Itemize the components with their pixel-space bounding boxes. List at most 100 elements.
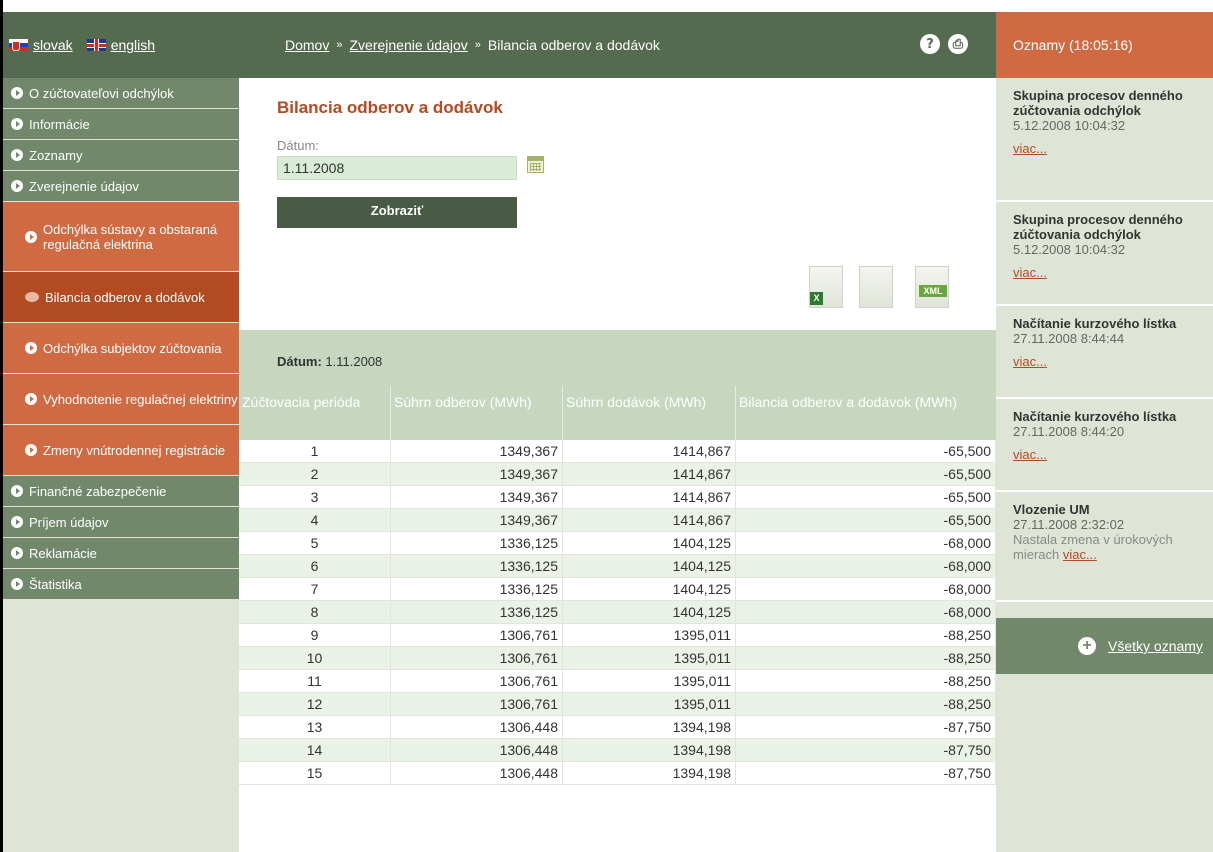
- sidebar-item-label: Zoznamy: [29, 147, 83, 163]
- result-date-label: Dátum:: [277, 354, 322, 369]
- print-icon[interactable]: ⎙: [948, 34, 968, 54]
- arrow-bullet-icon: [25, 230, 37, 243]
- cell-supply: 1394,198: [563, 716, 736, 738]
- sidebar-item-statistics[interactable]: Štatistika: [3, 569, 239, 600]
- col-period[interactable]: Zúčtovacia perióda: [239, 386, 391, 440]
- sidebar-subitem-system-deviation[interactable]: Odchýlka sústavy a obstaraná regulačná e…: [3, 202, 239, 272]
- lang-slovak[interactable]: slovak: [9, 37, 73, 53]
- cell-balance: -88,250: [736, 624, 996, 646]
- excel-export-icon[interactable]: X: [809, 266, 843, 308]
- cell-period: 6: [239, 555, 391, 577]
- table-header: Zúčtovacia perióda Súhrn odberov (MWh) S…: [239, 386, 996, 440]
- sidebar-item-lists[interactable]: Zoznamy: [3, 140, 239, 171]
- language-bar: slovak english: [3, 12, 239, 78]
- cell-supply: 1394,198: [563, 739, 736, 761]
- lang-english[interactable]: english: [86, 37, 155, 53]
- col-consumption[interactable]: Súhrn odberov (MWh): [391, 386, 563, 440]
- cell-supply: 1395,011: [563, 693, 736, 715]
- cell-balance: -65,500: [736, 440, 996, 462]
- sidebar-subitem-intraday-changes[interactable]: Zmeny vnútrodennej registrácie: [3, 425, 239, 476]
- news-title: Skupina procesov denného zúčtovania odch…: [1013, 88, 1183, 118]
- sidebar-item-data-receipt[interactable]: Príjem údajov: [3, 507, 239, 538]
- sidebar-subitem-regulation-evaluation[interactable]: Vyhodnotenie regulačnej elektriny: [3, 374, 239, 425]
- breadcrumb-home[interactable]: Domov: [285, 37, 329, 53]
- lang-english-link[interactable]: english: [111, 37, 155, 53]
- cell-balance: -87,750: [736, 739, 996, 761]
- cell-consumption: 1306,448: [391, 716, 563, 738]
- sidebar-item-label: Zverejnenie údajov: [29, 178, 139, 194]
- sidebar-subitem-label: Bilancia odberov a dodávok: [45, 289, 205, 305]
- cell-period: 4: [239, 509, 391, 531]
- xml-tag: XML: [919, 285, 947, 297]
- sidebar-item-label: O zúčtovateľovi odchýlok: [29, 85, 174, 101]
- cell-consumption: 1336,125: [391, 532, 563, 554]
- result-date: Dátum: 1.11.2008: [277, 354, 382, 369]
- arrow-bullet-icon: [11, 180, 23, 192]
- sidebar-item-label: Príjem údajov: [29, 514, 109, 530]
- show-button[interactable]: Zobraziť: [277, 197, 517, 228]
- sidebar-item-information[interactable]: Informácie: [3, 109, 239, 140]
- news-title: Vlozenie UM: [1013, 502, 1090, 517]
- sidebar-subitem-label: Odchýlka subjektov zúčtovania: [43, 340, 222, 356]
- lang-slovak-link[interactable]: slovak: [33, 37, 73, 53]
- document-export-icon[interactable]: [859, 266, 893, 308]
- cell-period: 14: [239, 739, 391, 761]
- col-supply[interactable]: Súhrn dodávok (MWh): [563, 386, 736, 440]
- sidebar-subitem-subject-deviation[interactable]: Odchýlka subjektov zúčtovania: [3, 323, 239, 374]
- cell-supply: 1414,867: [563, 509, 736, 531]
- table-row: 4 1349,367 1414,867 -65,500: [239, 509, 996, 532]
- sidebar-item-financial-security[interactable]: Finančné zabezpečenie: [3, 476, 239, 507]
- table-row: 6 1336,125 1404,125 -68,000: [239, 555, 996, 578]
- all-announcements-link[interactable]: Všetky oznamy: [1108, 638, 1203, 654]
- table-row: 13 1306,448 1394,198 -87,750: [239, 716, 996, 739]
- news-more-link[interactable]: viac...: [1013, 447, 1047, 462]
- news-list: Skupina procesov denného zúčtovania odch…: [996, 78, 1213, 602]
- announcements-panel: Oznamy (18:05:16) Skupina procesov denné…: [996, 12, 1213, 852]
- cell-balance: -87,750: [736, 762, 996, 784]
- sidebar-subitem-label: Zmeny vnútrodennej registrácie: [43, 442, 226, 458]
- active-bullet-icon: [25, 292, 39, 302]
- result-header: Dátum: 1.11.2008: [239, 330, 996, 386]
- cell-consumption: 1306,448: [391, 762, 563, 784]
- sidebar-item-complaints[interactable]: Reklamácie: [3, 538, 239, 569]
- date-label: Dátum:: [277, 138, 319, 153]
- cell-balance: -65,500: [736, 509, 996, 531]
- uk-flag-icon: [86, 39, 106, 51]
- table-row: 8 1336,125 1404,125 -68,000: [239, 601, 996, 624]
- breadcrumb-separator: »: [336, 39, 343, 51]
- cell-consumption: 1336,125: [391, 578, 563, 600]
- cell-balance: -88,250: [736, 670, 996, 692]
- cell-balance: -68,000: [736, 578, 996, 600]
- arrow-bullet-icon: [11, 485, 23, 497]
- xml-export-icon[interactable]: XML: [915, 266, 949, 308]
- excel-tag: X: [810, 292, 823, 305]
- cell-period: 10: [239, 647, 391, 669]
- sidebar-item-data-publication[interactable]: Zverejnenie údajov: [3, 171, 239, 202]
- calendar-icon[interactable]: [527, 156, 544, 173]
- date-field[interactable]: [277, 156, 517, 180]
- help-icon[interactable]: ?: [920, 34, 940, 54]
- breadcrumb-section[interactable]: Zverejnenie údajov: [349, 37, 467, 53]
- cell-supply: 1395,011: [563, 624, 736, 646]
- cell-balance: -68,000: [736, 555, 996, 577]
- all-announcements[interactable]: + Všetky oznamy: [996, 618, 1213, 674]
- cell-supply: 1404,125: [563, 532, 736, 554]
- cell-consumption: 1349,367: [391, 440, 563, 462]
- cell-consumption: 1306,448: [391, 739, 563, 761]
- sidebar-item-about[interactable]: O zúčtovateľovi odchýlok: [3, 78, 239, 109]
- cell-supply: 1414,867: [563, 486, 736, 508]
- news-more-link[interactable]: viac...: [1013, 265, 1047, 280]
- cell-consumption: 1336,125: [391, 601, 563, 623]
- cell-supply: 1395,011: [563, 647, 736, 669]
- cell-period: 3: [239, 486, 391, 508]
- announcements-header: Oznamy (18:05:16): [996, 12, 1213, 78]
- sidebar-subitem-balance[interactable]: Bilancia odberov a dodávok: [3, 272, 239, 323]
- col-balance[interactable]: Bilancia odberov a dodávok (MWh): [736, 386, 996, 440]
- cell-period: 9: [239, 624, 391, 646]
- cell-period: 12: [239, 693, 391, 715]
- news-more-link[interactable]: viac...: [1013, 141, 1047, 156]
- arrow-bullet-icon: [11, 149, 23, 161]
- news-more-link[interactable]: viac...: [1013, 354, 1047, 369]
- news-item: Načítanie kurzového lístka 27.11.2008 8:4…: [996, 306, 1213, 399]
- news-more-link[interactable]: viac...: [1063, 547, 1097, 562]
